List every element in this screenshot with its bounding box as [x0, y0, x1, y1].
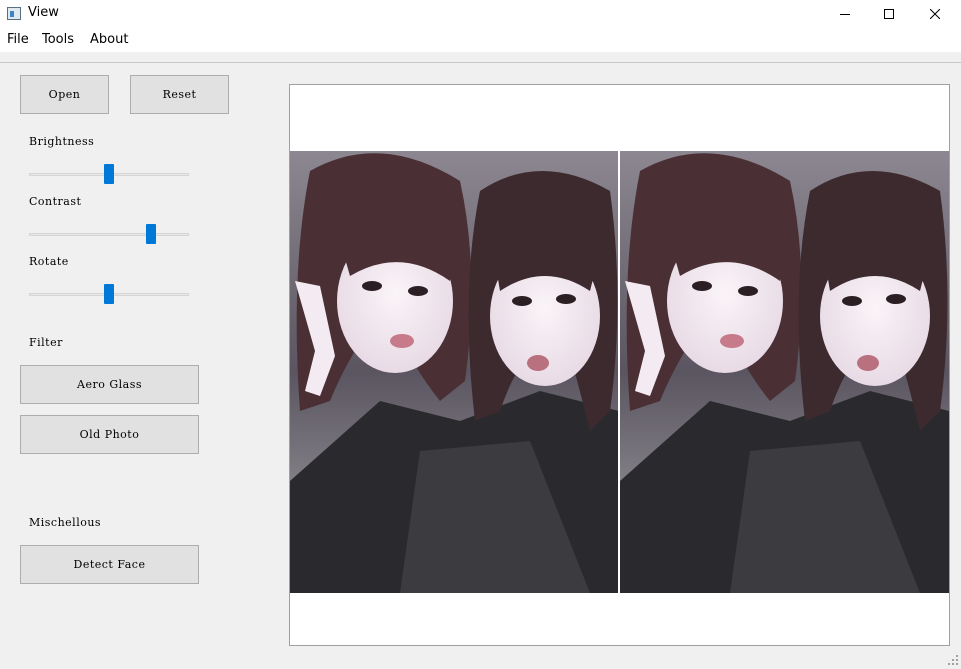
close-button[interactable]: [912, 0, 958, 28]
menu-tools[interactable]: Tools: [42, 32, 74, 47]
contrast-slider[interactable]: [29, 224, 189, 244]
slider-track: [29, 233, 189, 236]
toolbar-area: [0, 52, 961, 63]
menu-bar: File Tools About: [0, 28, 961, 52]
open-button[interactable]: Open: [20, 75, 109, 114]
app-window: View File Tools About Open Reset Brightn…: [0, 0, 961, 669]
slider-thumb[interactable]: [104, 164, 114, 184]
resize-grip-icon[interactable]: [947, 654, 959, 666]
maximize-button[interactable]: [866, 0, 912, 28]
old-photo-button[interactable]: Old Photo: [20, 415, 199, 454]
contrast-label: Contrast: [29, 195, 82, 208]
misc-section-label: Mischellous: [29, 516, 102, 529]
menu-about[interactable]: About: [90, 32, 128, 47]
image-canvas[interactable]: [289, 84, 950, 646]
menu-file[interactable]: File: [7, 32, 29, 47]
displayed-photo: [290, 151, 949, 593]
aero-glass-button[interactable]: Aero Glass: [20, 365, 199, 404]
minimize-icon: [840, 14, 850, 15]
brightness-slider[interactable]: [29, 164, 189, 184]
slider-thumb[interactable]: [104, 284, 114, 304]
slider-thumb[interactable]: [146, 224, 156, 244]
rotate-label: Rotate: [29, 255, 69, 268]
close-icon: [930, 9, 940, 19]
rotate-slider[interactable]: [29, 284, 189, 304]
photo-image: [290, 151, 949, 593]
filter-section-label: Filter: [29, 336, 63, 349]
minimize-button[interactable]: [822, 0, 868, 28]
reset-button[interactable]: Reset: [130, 75, 229, 114]
window-title: View: [28, 5, 59, 20]
brightness-label: Brightness: [29, 135, 95, 148]
status-bar: [0, 646, 961, 669]
maximize-icon: [884, 9, 894, 19]
app-icon: [7, 7, 21, 20]
detect-face-button[interactable]: Detect Face: [20, 545, 199, 584]
title-bar: View: [0, 0, 961, 28]
